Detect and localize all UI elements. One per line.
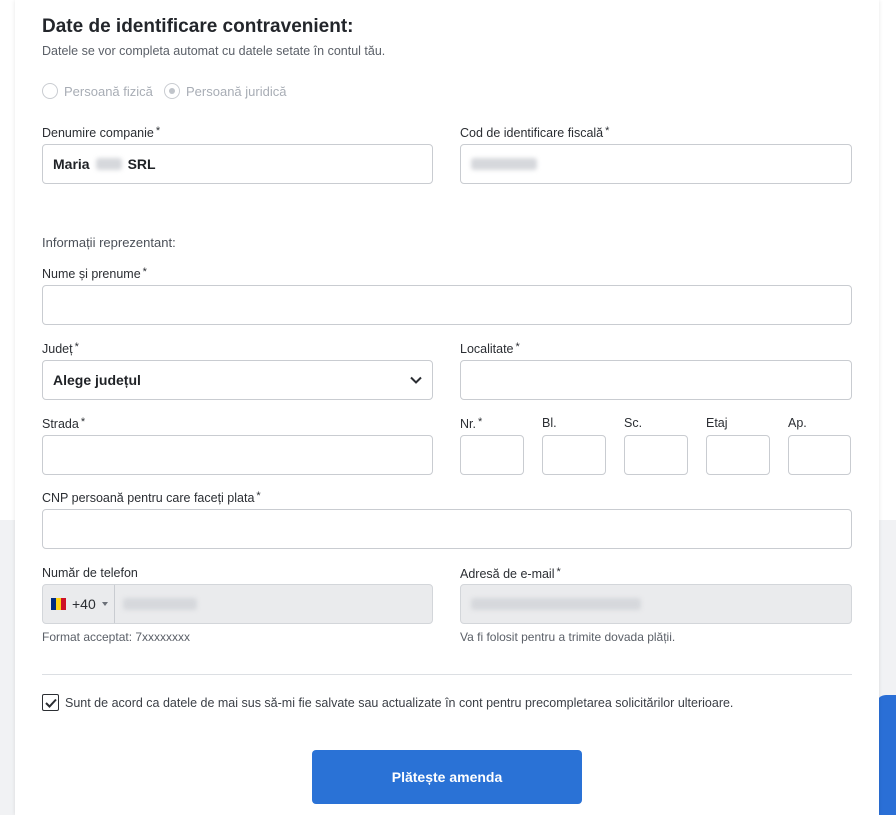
required-mark: * <box>74 341 79 353</box>
required-mark: * <box>142 266 147 278</box>
full-name-input[interactable] <box>42 285 852 325</box>
required-mark: * <box>155 125 161 137</box>
representative-heading: Informații reprezentant: <box>42 235 176 250</box>
company-name-label-text: Denumire companie <box>42 126 154 140</box>
email-label: Adresă de e-mail * <box>460 566 561 581</box>
email-hint: Va fi folosit pentru a trimite dovada pl… <box>460 630 676 644</box>
street-input[interactable] <box>42 435 433 475</box>
ap-label: Ap. <box>788 416 807 430</box>
locality-label: Localitate * <box>460 341 520 356</box>
county-label: Județ * <box>42 341 79 356</box>
nr-label-text: Nr. <box>460 417 476 431</box>
fiscal-code-input[interactable] <box>460 144 852 184</box>
redacted-text <box>122 598 197 610</box>
radio-circle-unchecked[interactable] <box>42 83 58 99</box>
required-mark: * <box>80 416 86 428</box>
redacted-text <box>95 158 122 170</box>
romania-flag-icon <box>51 598 66 610</box>
nr-label: Nr. * <box>460 416 482 431</box>
radio-label-fizica: Persoană fizică <box>64 83 153 99</box>
radio-circle-checked[interactable] <box>164 83 180 99</box>
caret-down-icon <box>101 602 108 606</box>
full-name-label: Nume și prenume * <box>42 266 147 281</box>
required-mark: * <box>605 125 610 137</box>
street-label: Strada * <box>42 416 85 431</box>
nr-input[interactable] <box>460 435 524 475</box>
cnp-label-text: CNP persoană pentru care faceți plata <box>42 491 255 505</box>
required-mark: * <box>256 490 261 502</box>
fiscal-code-label: Cod de identificare fiscală * <box>460 125 609 140</box>
sc-input[interactable] <box>624 435 688 475</box>
phone-label: Număr de telefon <box>42 566 138 580</box>
sc-label: Sc. <box>624 416 643 430</box>
company-name-prefix: Maria <box>53 156 90 172</box>
email-input[interactable] <box>460 584 852 624</box>
consent-checkbox[interactable] <box>42 694 59 711</box>
chevron-down-icon <box>410 376 422 384</box>
pay-fine-button[interactable]: Plătește amenda <box>312 750 582 804</box>
bl-input[interactable] <box>542 435 606 475</box>
street-label-text: Strada <box>42 417 79 431</box>
form-card: Date de identificare contravenient: Date… <box>15 0 879 815</box>
fiscal-code-label-text: Cod de identificare fiscală <box>460 126 604 140</box>
full-name-label-text: Nume și prenume <box>42 267 141 281</box>
check-icon <box>44 698 57 708</box>
cnp-input[interactable] <box>42 509 852 549</box>
county-selected-value: Alege județul <box>53 372 141 388</box>
phone-format-hint: Format acceptat: 7xxxxxxxx <box>42 630 191 644</box>
cnp-label: CNP persoană pentru care faceți plata * <box>42 490 261 505</box>
section-title: Date de identificare contravenient: <box>42 16 354 37</box>
side-widget-tab[interactable] <box>876 695 896 815</box>
company-name-suffix: SRL <box>127 156 156 172</box>
phone-prefix-value: +40 <box>72 596 96 612</box>
bl-label: Bl. <box>542 416 557 430</box>
redacted-text <box>471 598 641 610</box>
locality-label-text: Localitate <box>460 342 514 356</box>
radio-label-juridica: Persoană juridică <box>186 83 287 99</box>
required-mark: * <box>556 566 561 578</box>
phone-country-selector[interactable]: +40 <box>51 585 115 623</box>
ap-input[interactable] <box>788 435 851 475</box>
required-mark: * <box>515 341 520 353</box>
divider <box>42 674 852 675</box>
company-name-label: Denumire companie * <box>42 125 160 140</box>
consent-text: Sunt de acord ca datele de mai sus să-mi… <box>65 696 734 710</box>
county-select[interactable]: Alege județul <box>42 360 433 400</box>
redacted-text <box>471 158 537 170</box>
locality-input[interactable] <box>460 360 852 400</box>
floor-label: Etaj <box>706 416 728 430</box>
section-subtitle: Datele se vor completa automat cu datele… <box>42 44 386 58</box>
phone-input[interactable]: +40 <box>42 584 433 624</box>
radio-persoana-juridica[interactable]: Persoană juridică <box>164 83 286 99</box>
radio-persoana-fizica[interactable]: Persoană fizică <box>42 83 153 99</box>
county-label-text: Județ <box>42 342 73 356</box>
floor-input[interactable] <box>706 435 770 475</box>
company-name-input[interactable]: Maria SRL <box>42 144 433 184</box>
email-label-text: Adresă de e-mail <box>460 567 555 581</box>
required-mark: * <box>477 416 483 428</box>
